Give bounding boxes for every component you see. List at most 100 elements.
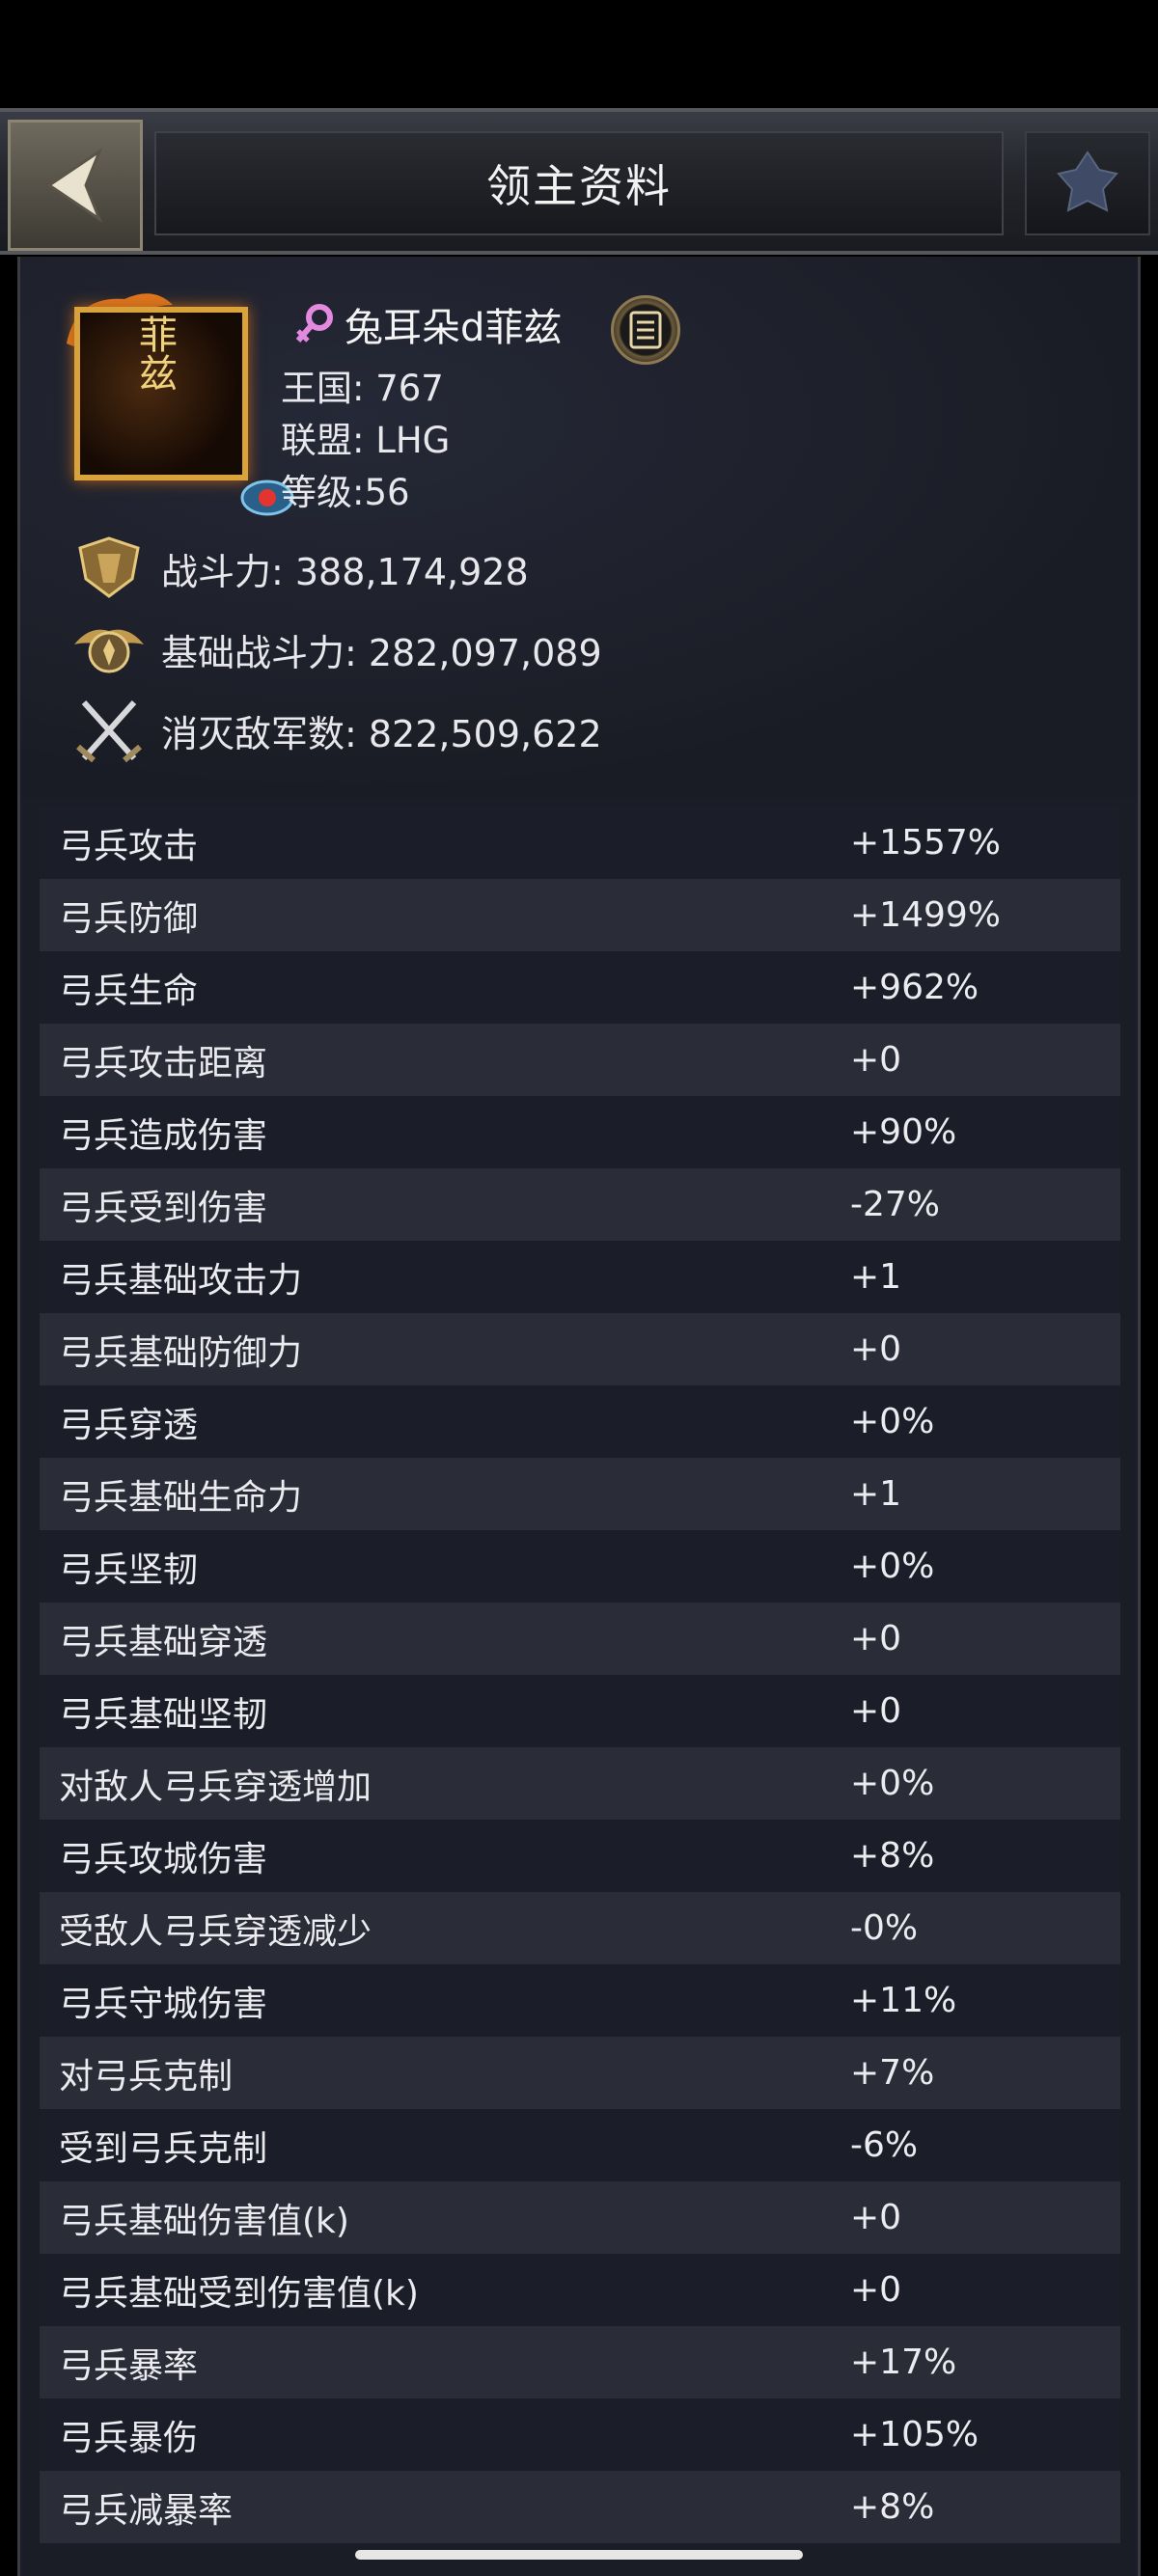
kingdom-text: 王国: 767 bbox=[281, 368, 444, 409]
back-button[interactable] bbox=[8, 120, 143, 251]
stat-value: +0 bbox=[850, 2198, 902, 2237]
stat-label: 弓兵暴伤 bbox=[59, 2418, 199, 2458]
stat-label: 弓兵基础生命力 bbox=[59, 1477, 303, 1518]
power-shield-icon bbox=[78, 536, 140, 598]
stat-label: 弓兵基础穿透 bbox=[59, 1622, 268, 1662]
stat-value: -6% bbox=[850, 2125, 919, 2165]
table-row: 弓兵基础防御力 +0 bbox=[40, 1313, 1120, 1385]
stat-value: +1 bbox=[850, 1474, 902, 1514]
stat-value: +0 bbox=[850, 1691, 902, 1731]
status-bar bbox=[0, 0, 1158, 108]
table-row: 弓兵穿透 +0% bbox=[40, 1385, 1120, 1458]
player-name: 兔耳朵d菲兹 bbox=[345, 306, 563, 350]
power-text: 战斗力: 388,174,928 bbox=[161, 550, 529, 593]
power-row: 战斗力: 388,174,928 bbox=[70, 534, 529, 602]
stat-value: +17% bbox=[850, 2343, 957, 2382]
back-arrow-icon bbox=[46, 148, 103, 223]
stat-value: +0% bbox=[850, 1402, 935, 1441]
stat-value: +105% bbox=[850, 2415, 979, 2454]
stat-value: -27% bbox=[850, 1185, 941, 1224]
stat-label: 受到弓兵克制 bbox=[59, 2128, 268, 2169]
table-row: 弓兵基础生命力 +1 bbox=[40, 1458, 1120, 1530]
stat-value: +8% bbox=[850, 1836, 935, 1876]
base-power-text: 基础战斗力: 282,097,089 bbox=[161, 631, 602, 674]
table-row: 弓兵暴率 +17% bbox=[40, 2326, 1120, 2398]
table-row: 弓兵减暴率 +8% bbox=[40, 2471, 1120, 2543]
table-row: 弓兵攻击 +1557% bbox=[40, 807, 1120, 879]
stat-label: 弓兵穿透 bbox=[59, 1405, 199, 1445]
base-power-row: 基础战斗力: 282,097,089 bbox=[70, 616, 602, 683]
stat-label: 弓兵生命 bbox=[59, 971, 199, 1011]
list-info-icon bbox=[629, 311, 662, 349]
kills-text: 消灭敌军数: 822,509,622 bbox=[161, 712, 602, 755]
table-row: 弓兵暴伤 +105% bbox=[40, 2398, 1120, 2471]
stat-value: +0 bbox=[850, 1619, 902, 1658]
crossed-swords-icon bbox=[76, 699, 142, 763]
stat-value: +0 bbox=[850, 1329, 902, 1369]
table-row: 对弓兵克制 +7% bbox=[40, 2037, 1120, 2109]
stat-label: 对弓兵克制 bbox=[59, 2056, 234, 2096]
stat-label: 弓兵造成伤害 bbox=[59, 1115, 268, 1156]
stat-label: 对敌人弓兵穿透增加 bbox=[59, 1767, 372, 1807]
stat-label: 弓兵基础防御力 bbox=[59, 1332, 303, 1373]
header-bar: 领主资料 bbox=[0, 108, 1158, 255]
table-row: 弓兵造成伤害 +90% bbox=[40, 1096, 1120, 1168]
table-row: 弓兵基础伤害值(k) +0 bbox=[40, 2181, 1120, 2254]
stat-label: 弓兵攻城伤害 bbox=[59, 1839, 268, 1879]
table-row: 弓兵攻城伤害 +8% bbox=[40, 1820, 1120, 1892]
stat-value: +0 bbox=[850, 2270, 902, 2310]
table-row: 弓兵基础攻击力 +1 bbox=[40, 1241, 1120, 1313]
stat-value: +7% bbox=[850, 2053, 935, 2093]
table-row: 弓兵坚韧 +0% bbox=[40, 1530, 1120, 1603]
stats-table: 弓兵攻击 +1557% 弓兵防御 +1499% 弓兵生命 +962% 弓兵攻击距… bbox=[40, 807, 1120, 2543]
stat-label: 弓兵基础攻击力 bbox=[59, 1260, 303, 1301]
level-text: 等级:56 bbox=[281, 472, 410, 513]
kills-row: 消灭敌军数: 822,509,622 bbox=[70, 697, 602, 764]
alliance-text: 联盟: LHG bbox=[281, 420, 451, 461]
base-power-emblem-icon bbox=[74, 629, 144, 673]
stat-label: 弓兵防御 bbox=[59, 898, 199, 939]
stat-label: 弓兵暴率 bbox=[59, 2345, 199, 2386]
table-row: 受到弓兵克制 -6% bbox=[40, 2109, 1120, 2181]
stat-value: +0% bbox=[850, 1547, 935, 1586]
home-indicator[interactable] bbox=[355, 2550, 803, 2560]
stat-value: +0% bbox=[850, 1764, 935, 1803]
stat-value: +90% bbox=[850, 1112, 957, 1152]
table-row: 弓兵受到伤害 -27% bbox=[40, 1168, 1120, 1241]
info-button[interactable] bbox=[611, 295, 680, 365]
stat-label: 弓兵守城伤害 bbox=[59, 1984, 268, 2024]
stat-label: 弓兵攻击 bbox=[59, 826, 199, 866]
guild-crest[interactable] bbox=[1025, 131, 1150, 235]
stat-value: +1557% bbox=[850, 823, 1001, 863]
table-row: 弓兵基础穿透 +0 bbox=[40, 1603, 1120, 1675]
stat-label: 弓兵基础受到伤害值(k) bbox=[59, 2273, 419, 2314]
table-row: 弓兵防御 +1499% bbox=[40, 879, 1120, 951]
table-row: 弓兵攻击距离 +0 bbox=[40, 1024, 1120, 1096]
table-row: 弓兵基础坚韧 +0 bbox=[40, 1675, 1120, 1747]
guild-crest-icon bbox=[1057, 151, 1118, 212]
stat-value: +1499% bbox=[850, 895, 1001, 935]
table-row: 弓兵基础受到伤害值(k) +0 bbox=[40, 2254, 1120, 2326]
name-row: 兔耳朵d菲兹 bbox=[290, 297, 562, 351]
table-row: 弓兵守城伤害 +11% bbox=[40, 1964, 1120, 2037]
stat-label: 弓兵坚韧 bbox=[59, 1549, 199, 1590]
table-row: 受敌人弓兵穿透减少 -0% bbox=[40, 1892, 1120, 1964]
avatar-text: 菲兹 bbox=[132, 315, 177, 392]
page-title: 领主资料 bbox=[486, 160, 672, 212]
profile-section: 菲兹 兔耳朵d菲兹 王国: 767 联盟: LHG 等级:56 战斗力: 388… bbox=[20, 257, 1138, 797]
stat-value: +0 bbox=[850, 1040, 902, 1080]
stat-value: +962% bbox=[850, 968, 979, 1007]
stat-label: 弓兵基础伤害值(k) bbox=[59, 2201, 349, 2241]
female-icon bbox=[295, 304, 333, 343]
stat-label: 弓兵减暴率 bbox=[59, 2490, 234, 2531]
stat-label: 弓兵受到伤害 bbox=[59, 1188, 268, 1228]
stat-label: 弓兵基础坚韧 bbox=[59, 1694, 268, 1735]
stat-value: -0% bbox=[850, 1908, 919, 1948]
stat-label: 受敌人弓兵穿透减少 bbox=[59, 1911, 372, 1952]
table-row: 对敌人弓兵穿透增加 +0% bbox=[40, 1747, 1120, 1820]
profile-panel: 菲兹 兔耳朵d菲兹 王国: 767 联盟: LHG 等级:56 战斗力: 388… bbox=[17, 257, 1141, 2576]
stat-label: 弓兵攻击距离 bbox=[59, 1043, 268, 1083]
stat-value: +8% bbox=[850, 2487, 935, 2527]
title-bar: 领主资料 bbox=[154, 131, 1004, 235]
avatar[interactable]: 菲兹 bbox=[57, 286, 294, 516]
